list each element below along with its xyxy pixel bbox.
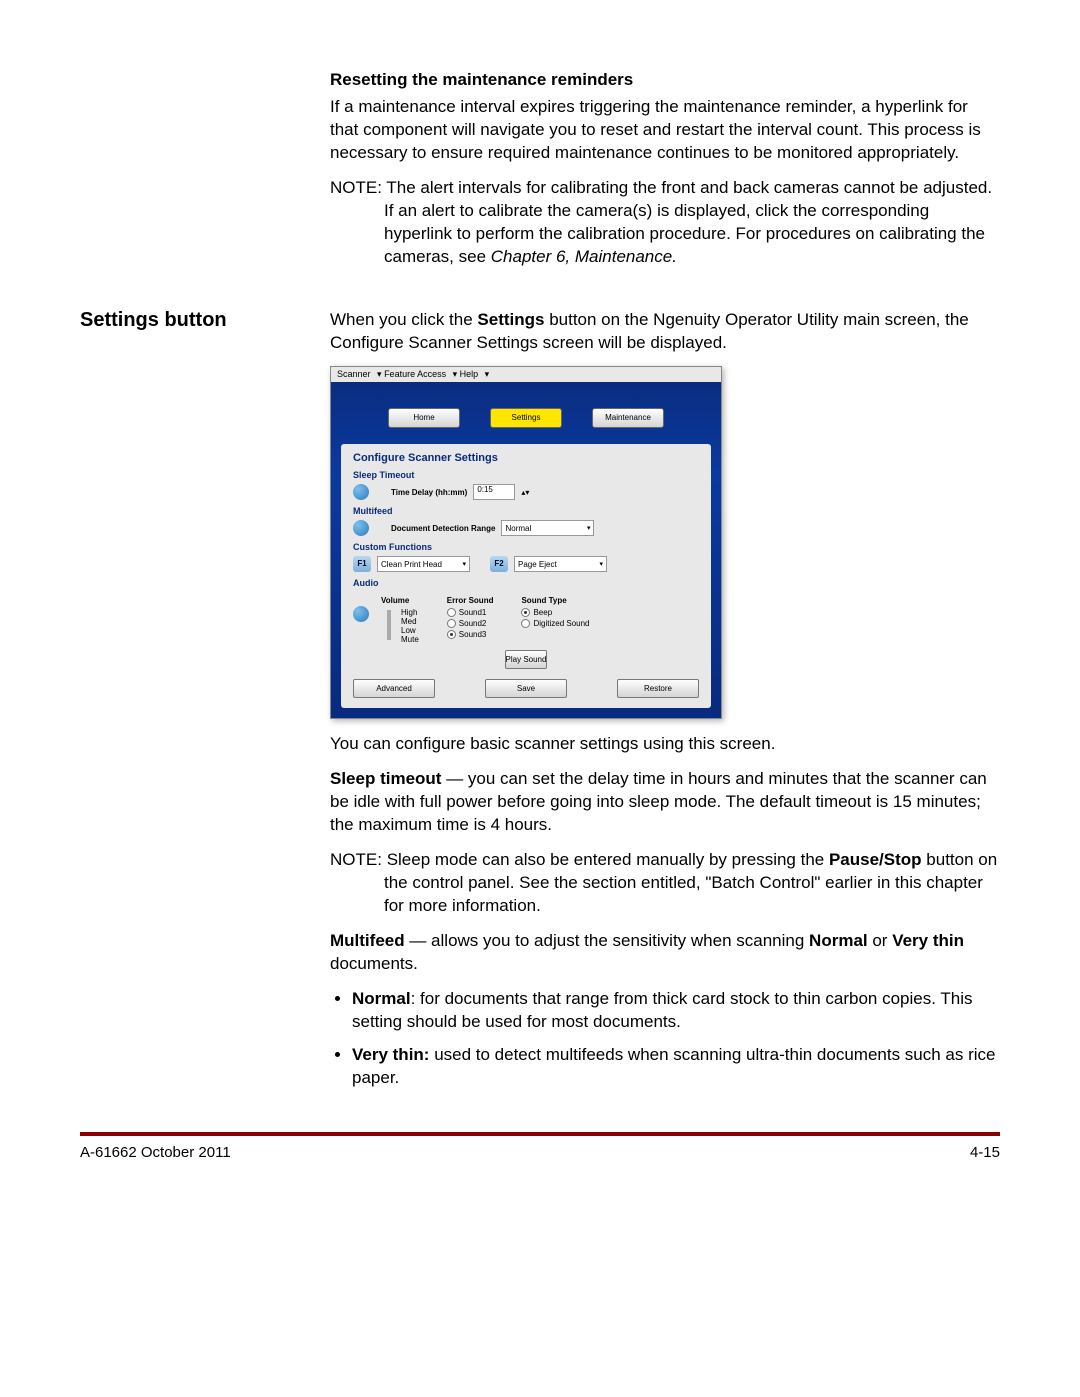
menubar: Scanner ▾ Feature Access ▾ Help ▾ — [331, 367, 721, 382]
settings-intro-1: When you click the — [330, 310, 477, 329]
configure-scanner-window: Scanner ▾ Feature Access ▾ Help ▾ Home S… — [330, 366, 722, 719]
doc-detect-label: Document Detection Range — [391, 524, 495, 533]
save-button[interactable]: Save — [485, 679, 567, 698]
panel-header: Configure Scanner Settings — [353, 452, 699, 464]
multifeed-bullets: Normal: for documents that range from th… — [330, 988, 1000, 1090]
error-sound-header: Error Sound — [447, 596, 494, 605]
footer-right: 4-15 — [970, 1144, 1000, 1161]
multifeed-bold2: Normal — [809, 931, 868, 950]
note-body: The alert intervals for calibrating the … — [384, 178, 992, 266]
sound3-label: Sound3 — [459, 630, 487, 639]
reset-heading: Resetting the maintenance reminders — [330, 70, 1000, 90]
audio-icon — [353, 606, 369, 622]
reset-note: NOTE: The alert intervals for calibratin… — [330, 177, 1000, 269]
menu-feature-access[interactable]: Feature Access — [384, 369, 446, 379]
note-ref: Chapter 6, Maintenance. — [491, 247, 677, 266]
bullet1-body: : for documents that range from thick ca… — [352, 989, 972, 1031]
bullet2-body: used to detect multifeeds when scanning … — [352, 1045, 996, 1087]
sound1-label: Sound1 — [459, 608, 487, 617]
multifeed-body-2: or — [868, 931, 893, 950]
menu-help[interactable]: Help — [460, 369, 479, 379]
sound-type-column: Sound Type Beep Digitized Sound — [521, 596, 589, 644]
sleep-timeout-para: Sleep timeout — you can set the delay ti… — [330, 768, 1000, 837]
footer-left: A-61662 October 2011 — [80, 1144, 231, 1161]
restore-button[interactable]: Restore — [617, 679, 699, 698]
volume-med: Med — [401, 617, 419, 626]
volume-high: High — [401, 608, 419, 617]
sleep-icon — [353, 484, 369, 500]
volume-header: Volume — [381, 596, 419, 605]
sleep-timeout-section: Sleep Timeout — [353, 470, 699, 480]
doc-detect-select[interactable]: Normal — [501, 520, 594, 536]
after-screenshot-text: You can configure basic scanner settings… — [330, 733, 1000, 756]
settings-intro-bold: Settings — [477, 310, 544, 329]
volume-low: Low — [401, 626, 419, 635]
sleep-note-1: Sleep mode can also be entered manually … — [387, 850, 829, 869]
f1-key: F1 — [353, 556, 371, 572]
reset-paragraph: If a maintenance interval expires trigge… — [330, 96, 1000, 165]
tab-maintenance[interactable]: Maintenance — [592, 408, 664, 428]
f2-key: F2 — [490, 556, 508, 572]
doc-detect-value: Normal — [505, 524, 531, 533]
bullet-very-thin: Very thin: used to detect multifeeds whe… — [352, 1044, 1000, 1090]
sound3-radio[interactable]: Sound3 — [447, 630, 494, 639]
f2-select[interactable]: Page Eject — [514, 556, 607, 572]
time-delay-label: Time Delay (hh:mm) — [391, 488, 467, 497]
bullet1-bold: Normal — [352, 989, 411, 1008]
sound2-radio[interactable]: Sound2 — [447, 619, 494, 628]
multifeed-bold3: Very thin — [892, 931, 964, 950]
multifeed-body-3: documents. — [330, 954, 418, 973]
sound-type-header: Sound Type — [521, 596, 589, 605]
digitized-label: Digitized Sound — [533, 619, 589, 628]
bullet-normal: Normal: for documents that range from th… — [352, 988, 1000, 1034]
digitized-radio[interactable]: Digitized Sound — [521, 619, 589, 628]
custom-functions-section: Custom Functions — [353, 542, 699, 552]
settings-intro: When you click the Settings button on th… — [330, 309, 1000, 355]
f2-value: Page Eject — [518, 560, 557, 569]
sound1-radio[interactable]: Sound1 — [447, 608, 494, 617]
volume-column: Volume High Med Low Mute — [381, 596, 419, 644]
tab-home[interactable]: Home — [388, 408, 460, 428]
error-sound-column: Error Sound Sound1 Sound2 Sound3 — [447, 596, 494, 644]
f1-select[interactable]: Clean Print Head — [377, 556, 470, 572]
menu-scanner[interactable]: Scanner — [337, 369, 371, 379]
sound2-label: Sound2 — [459, 619, 487, 628]
bullet2-bold: Very thin: — [352, 1045, 429, 1064]
sleep-note-bold: Pause/Stop — [829, 850, 922, 869]
time-delay-input[interactable]: 0:15 — [473, 484, 515, 500]
advanced-button[interactable]: Advanced — [353, 679, 435, 698]
multifeed-bold: Multifeed — [330, 931, 405, 950]
multifeed-icon — [353, 520, 369, 536]
volume-slider[interactable] — [387, 610, 391, 640]
note-label: NOTE: — [330, 178, 382, 197]
audio-section: Audio — [353, 578, 699, 588]
multifeed-para: Multifeed — allows you to adjust the sen… — [330, 930, 1000, 976]
beep-label: Beep — [533, 608, 552, 617]
sleep-note-label: NOTE: — [330, 850, 382, 869]
settings-side-heading: Settings button — [80, 309, 330, 332]
beep-radio[interactable]: Beep — [521, 608, 589, 617]
volume-mute: Mute — [401, 635, 419, 644]
play-sound-button[interactable]: Play Sound — [505, 650, 548, 669]
tab-settings[interactable]: Settings — [490, 408, 562, 428]
multifeed-section: Multifeed — [353, 506, 699, 516]
sleep-bold: Sleep timeout — [330, 769, 441, 788]
footer-rule — [80, 1132, 1000, 1136]
multifeed-body-1: — allows you to adjust the sensitivity w… — [405, 931, 809, 950]
sleep-note: NOTE: Sleep mode can also be entered man… — [330, 849, 1000, 918]
f1-value: Clean Print Head — [381, 560, 442, 569]
